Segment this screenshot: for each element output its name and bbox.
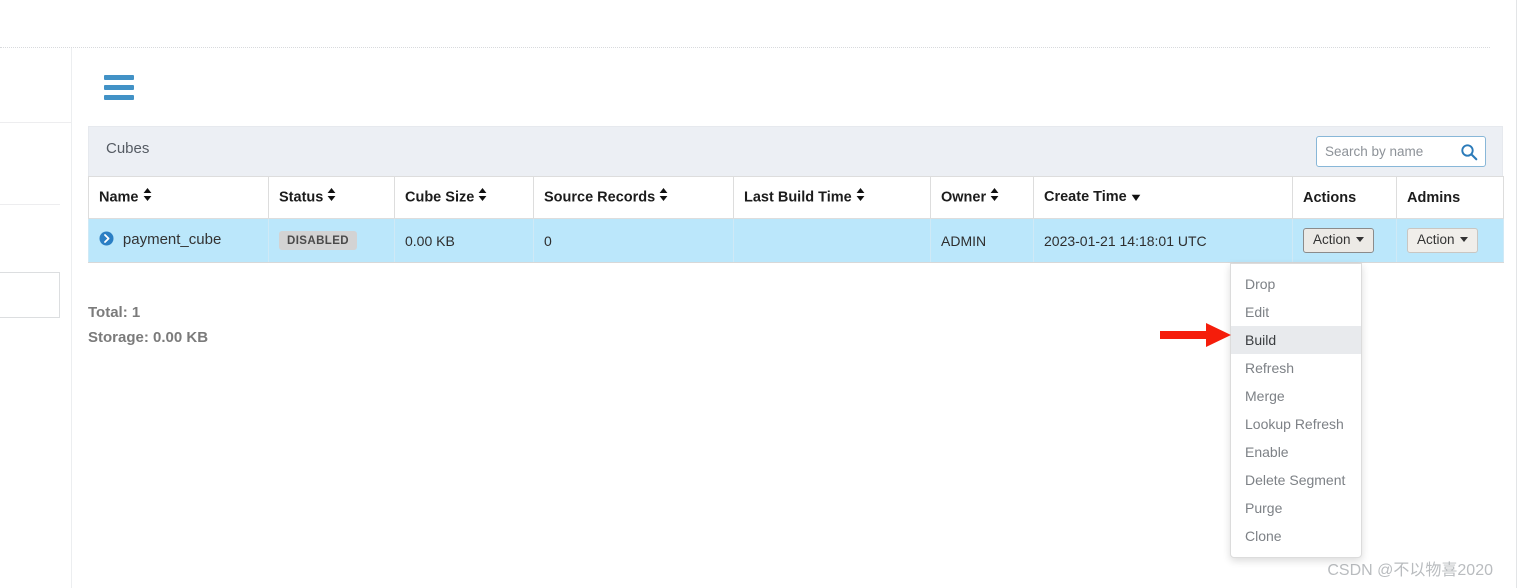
menu-item-edit[interactable]: Edit — [1231, 298, 1361, 326]
action-dropdown-button[interactable]: Action — [1303, 228, 1374, 253]
page-title: Cubes — [106, 140, 150, 157]
action-button-label: Action — [1313, 232, 1351, 247]
column-header-source-records[interactable]: Source Records — [533, 176, 734, 219]
cell-actions: Action — [1292, 218, 1397, 263]
sort-icon[interactable] — [327, 188, 336, 205]
column-label: Create Time — [1044, 189, 1127, 206]
sidebar-divider — [71, 48, 72, 588]
column-header-owner[interactable]: Owner — [930, 176, 1034, 219]
menu-item-delete-segment[interactable]: Delete Segment — [1231, 466, 1361, 494]
menu-item-lookup-refresh[interactable]: Lookup Refresh — [1231, 410, 1361, 438]
menu-item-merge[interactable]: Merge — [1231, 382, 1361, 410]
panel-header: Cubes — [88, 126, 1503, 176]
sidebar-fragment-line-1 — [0, 122, 71, 123]
admins-dropdown-button[interactable]: Action — [1407, 228, 1478, 253]
column-label: Actions — [1303, 189, 1357, 206]
column-label: Admins — [1407, 189, 1461, 206]
cell-owner: ADMIN — [930, 218, 1034, 263]
menu-item-purge[interactable]: Purge — [1231, 494, 1361, 522]
top-divider — [0, 47, 1490, 48]
cell-name: payment_cube — [88, 218, 269, 263]
cell-admins: Action — [1396, 218, 1504, 263]
admins-button-label: Action — [1417, 232, 1455, 247]
cube-name: payment_cube — [122, 231, 222, 249]
column-label: Cube Size — [405, 189, 475, 206]
column-header-create-time[interactable]: Create Time — [1033, 176, 1293, 219]
cubes-panel: Cubes Name Status — [88, 126, 1504, 263]
watermark: CSDN @不以物喜2020 — [1327, 562, 1493, 579]
summary-block: Total: 1 Storage: 0.00 KB — [88, 300, 208, 350]
action-dropdown-menu: Drop Edit Build Refresh Merge Lookup Ref… — [1230, 263, 1362, 558]
sort-icon[interactable] — [990, 188, 999, 205]
sort-icon[interactable] — [659, 188, 668, 205]
column-header-status[interactable]: Status — [268, 176, 395, 219]
column-header-last-build-time[interactable]: Last Build Time — [733, 176, 931, 219]
menu-item-enable[interactable]: Enable — [1231, 438, 1361, 466]
chevron-right-circle-icon[interactable] — [99, 231, 114, 249]
sort-icon[interactable] — [143, 188, 152, 205]
column-label: Owner — [941, 189, 987, 206]
cell-last-build-time — [733, 218, 931, 263]
hamburger-bar — [104, 85, 134, 90]
cell-create-time: 2023-01-21 14:18:01 UTC — [1033, 218, 1293, 263]
menu-item-refresh[interactable]: Refresh — [1231, 354, 1361, 382]
search-icon[interactable] — [1460, 143, 1478, 161]
table-row[interactable]: payment_cube DISABLED 0.00 KB 0 ADMIN 20… — [88, 218, 1504, 263]
sort-icon[interactable] — [856, 188, 865, 205]
cell-source-records: 0 — [533, 218, 734, 263]
menu-item-clone[interactable]: Clone — [1231, 522, 1361, 550]
menu-item-build[interactable]: Build — [1231, 326, 1361, 354]
hamburger-bar — [104, 75, 134, 80]
sidebar-fragment-line-2 — [0, 204, 60, 205]
table-header-row: Name Status Cube Size Source Records Las… — [88, 176, 1504, 219]
chevron-down-icon — [1459, 236, 1468, 242]
search-box[interactable] — [1316, 136, 1486, 167]
search-input[interactable] — [1317, 137, 1457, 166]
column-header-actions: Actions — [1292, 176, 1397, 219]
hamburger-icon[interactable] — [104, 75, 134, 103]
column-header-admins: Admins — [1396, 176, 1504, 219]
chevron-down-icon — [1355, 236, 1364, 242]
column-header-cube-size[interactable]: Cube Size — [394, 176, 534, 219]
annotation-arrow-icon — [1160, 322, 1232, 348]
app-window: Cubes Name Status — [0, 0, 1517, 588]
column-header-name[interactable]: Name — [88, 176, 269, 219]
sort-icon[interactable] — [478, 188, 487, 205]
cell-status: DISABLED — [268, 218, 395, 263]
column-label: Last Build Time — [744, 189, 852, 206]
column-label: Name — [99, 189, 139, 206]
status-badge: DISABLED — [279, 231, 357, 250]
sidebar-fragment-box — [0, 272, 60, 318]
hamburger-bar — [104, 95, 134, 100]
column-label: Source Records — [544, 189, 656, 206]
menu-item-drop[interactable]: Drop — [1231, 270, 1361, 298]
column-label: Status — [279, 189, 324, 206]
sort-desc-icon[interactable] — [1131, 189, 1141, 205]
cubes-table: Name Status Cube Size Source Records Las… — [88, 176, 1504, 263]
total-count: Total: 1 — [88, 304, 141, 321]
cell-cube-size: 0.00 KB — [394, 218, 534, 263]
total-storage: Storage: 0.00 KB — [88, 329, 209, 346]
